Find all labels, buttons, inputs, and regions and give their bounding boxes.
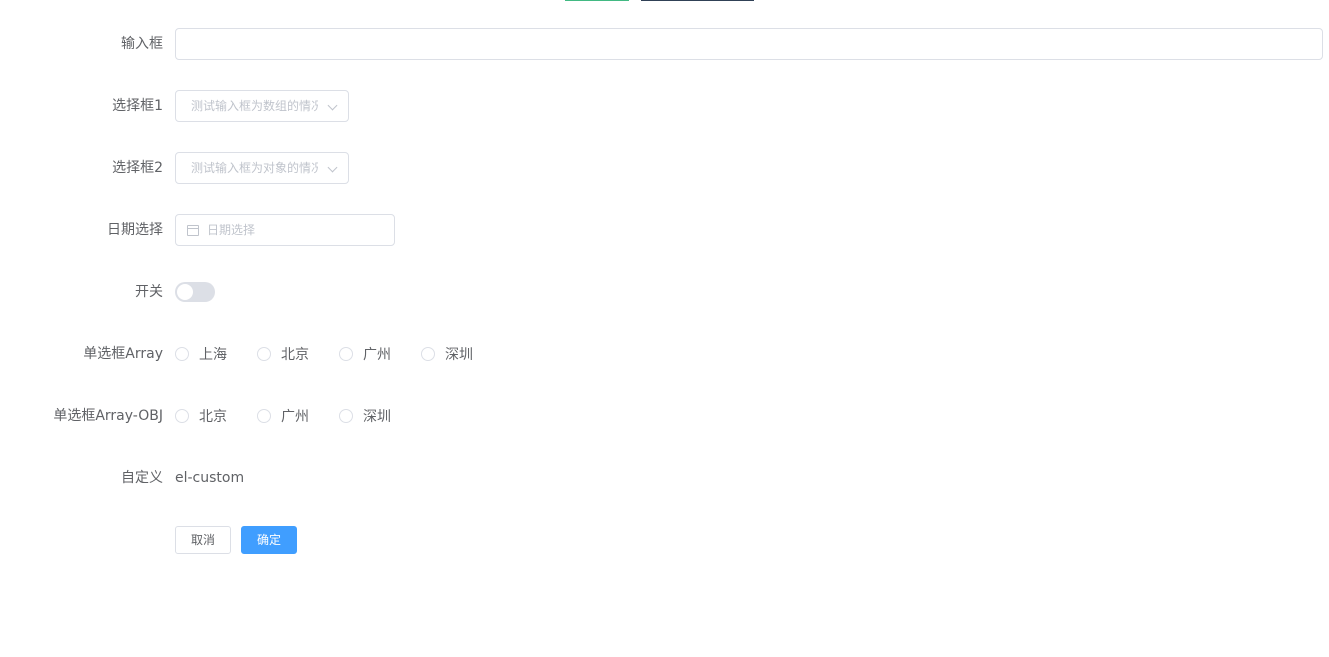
top-tab-indicator bbox=[641, 0, 754, 1]
form-item-radio-array: 单选框Array 上海 北京 广州 深圳 bbox=[0, 338, 1329, 370]
radio-option-label: 上海 bbox=[199, 347, 227, 363]
form-item-select2: 选择框2 测试输入框为对象的情况 bbox=[0, 152, 1329, 184]
chevron-down-icon bbox=[327, 100, 338, 111]
radio-option-label: 广州 bbox=[281, 409, 309, 425]
form-item-switch: 开关 bbox=[0, 276, 1329, 308]
radio-circle-icon bbox=[339, 409, 353, 423]
radio-circle-icon bbox=[175, 347, 189, 361]
radio-option-label: 北京 bbox=[281, 347, 309, 363]
select1-dropdown[interactable]: 测试输入框为数组的情况 bbox=[175, 90, 349, 122]
switch-knob bbox=[177, 284, 193, 300]
form-item-select1: 选择框1 测试输入框为数组的情况 bbox=[0, 90, 1329, 122]
select2-placeholder: 测试输入框为对象的情况 bbox=[191, 161, 318, 175]
form-item-custom: 自定义 el-custom bbox=[0, 462, 1329, 494]
date-placeholder: 日期选择 bbox=[207, 223, 256, 237]
radio-circle-icon bbox=[339, 347, 353, 361]
date-picker[interactable]: 日期选择 bbox=[175, 214, 395, 246]
select2-label: 选择框2 bbox=[112, 160, 163, 176]
radio-option-label: 深圳 bbox=[445, 347, 473, 363]
input-label: 输入框 bbox=[121, 36, 163, 52]
radio-array-obj-label: 单选框Array-OBJ bbox=[53, 408, 163, 424]
radio-option-label: 深圳 bbox=[363, 409, 391, 425]
radio-group-array: 上海 北京 广州 深圳 bbox=[175, 338, 503, 370]
cancel-button[interactable]: 取消 bbox=[175, 526, 232, 554]
text-input[interactable] bbox=[175, 28, 1323, 60]
form-actions: 取消 确定 bbox=[175, 524, 298, 556]
calendar-icon bbox=[187, 225, 199, 236]
toggle-switch[interactable] bbox=[175, 282, 215, 302]
top-tab-active-indicator bbox=[565, 0, 629, 1]
switch-label: 开关 bbox=[135, 284, 163, 300]
form: 输入框 选择框1 测试输入框为数组的情况 选择框2 测试输入框为对象的情况 日期… bbox=[0, 28, 1329, 586]
radio-option[interactable]: 深圳 bbox=[421, 344, 503, 364]
custom-value: el-custom bbox=[175, 470, 245, 486]
radio-option[interactable]: 北京 bbox=[257, 344, 339, 364]
radio-option-label: 广州 bbox=[363, 347, 391, 363]
custom-label: 自定义 bbox=[121, 470, 163, 486]
radio-circle-icon bbox=[257, 347, 271, 361]
top-tab-bar bbox=[0, 0, 1329, 2]
radio-circle-icon bbox=[257, 409, 271, 423]
select2-dropdown[interactable]: 测试输入框为对象的情况 bbox=[175, 152, 349, 184]
form-item-radio-array-obj: 单选框Array-OBJ 北京 广州 深圳 bbox=[0, 400, 1329, 432]
radio-circle-icon bbox=[421, 347, 435, 361]
radio-option[interactable]: 广州 bbox=[257, 406, 339, 426]
radio-option[interactable]: 北京 bbox=[175, 406, 257, 426]
form-item-input: 输入框 bbox=[0, 28, 1329, 60]
form-item-buttons: 取消 确定 bbox=[0, 524, 1329, 556]
confirm-button[interactable]: 确定 bbox=[241, 526, 298, 554]
radio-option[interactable]: 上海 bbox=[175, 344, 257, 364]
form-item-date: 日期选择 日期选择 bbox=[0, 214, 1329, 246]
radio-circle-icon bbox=[175, 409, 189, 423]
radio-group-array-obj: 北京 广州 深圳 bbox=[175, 400, 421, 432]
date-label: 日期选择 bbox=[107, 222, 163, 238]
select1-placeholder: 测试输入框为数组的情况 bbox=[191, 99, 318, 113]
chevron-down-icon bbox=[327, 162, 338, 173]
select1-label: 选择框1 bbox=[112, 98, 163, 114]
radio-option[interactable]: 深圳 bbox=[339, 406, 421, 426]
radio-option[interactable]: 广州 bbox=[339, 344, 421, 364]
radio-array-label: 单选框Array bbox=[83, 346, 163, 362]
radio-option-label: 北京 bbox=[199, 409, 227, 425]
